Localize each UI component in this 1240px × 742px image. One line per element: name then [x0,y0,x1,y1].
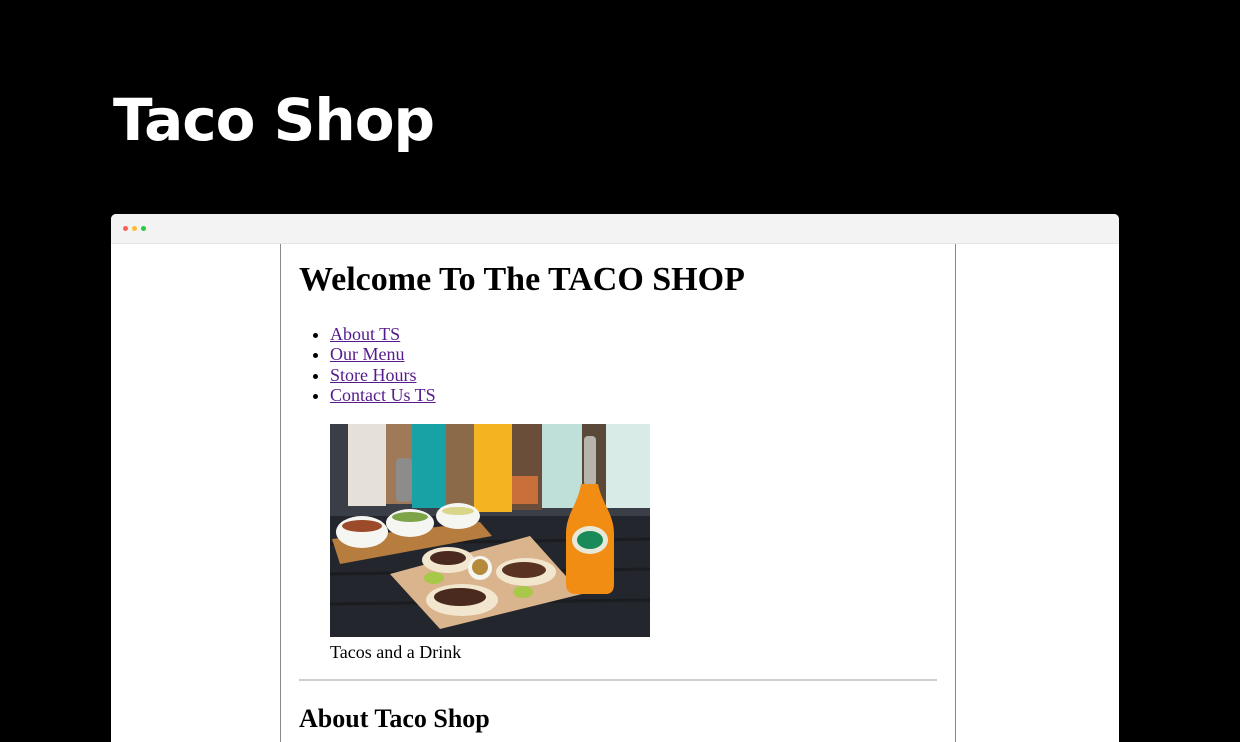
page-content: Welcome To The TACO SHOP About TS Our Me… [280,244,956,742]
browser-window: Welcome To The TACO SHOP About TS Our Me… [111,214,1119,742]
hero-title: Taco Shop [113,86,435,154]
photo-caption: Tacos and a Drink [330,642,462,662]
nav-link-menu[interactable]: Our Menu [330,344,405,364]
close-window-dot[interactable] [123,226,128,231]
site-nav: About TS Our Menu Store Hours Contact Us… [313,324,436,406]
browser-viewport: Welcome To The TACO SHOP About TS Our Me… [111,244,1119,742]
browser-titlebar [111,214,1119,244]
nav-link-contact[interactable]: Contact Us TS [330,385,436,405]
divider [299,679,937,681]
tacos-drink-photo [330,424,650,637]
about-section-heading: About Taco Shop [299,704,490,733]
nav-item: About TS [330,324,436,344]
maximize-window-dot[interactable] [141,226,146,231]
page-heading: Welcome To The TACO SHOP [299,261,745,298]
tacos-drink-illustration [330,424,650,637]
nav-item: Contact Us TS [330,385,436,405]
nav-item: Store Hours [330,365,436,385]
nav-item: Our Menu [330,344,436,364]
nav-link-about[interactable]: About TS [330,324,400,344]
minimize-window-dot[interactable] [132,226,137,231]
nav-link-hours[interactable]: Store Hours [330,365,417,385]
